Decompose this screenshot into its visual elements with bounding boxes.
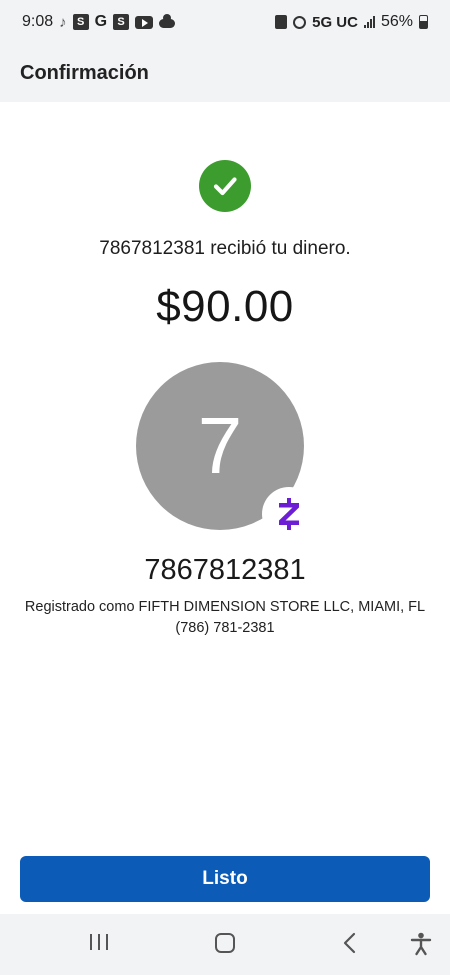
- done-button[interactable]: Listo: [20, 856, 430, 902]
- battery-saver-icon: [275, 15, 288, 29]
- home-icon[interactable]: [214, 932, 236, 954]
- recent-apps-icon[interactable]: [88, 932, 110, 952]
- accessibility-icon[interactable]: [410, 932, 432, 956]
- system-nav-bar: [0, 914, 450, 975]
- page-title: Confirmación: [20, 61, 149, 84]
- google-icon: G: [94, 13, 108, 30]
- zelle-icon: [262, 487, 316, 541]
- s-app-icon: S: [113, 14, 130, 30]
- registered-phone: (786) 781-2381: [175, 620, 275, 636]
- signal-icon: [363, 16, 375, 28]
- checkmark-glyph: [213, 177, 237, 196]
- registered-name: Registrado como FIFTH DIMENSION STORE LL…: [24, 599, 426, 615]
- confirmation-content: 7867812381 recibió tu dinero. $90.00 7 7…: [0, 102, 450, 914]
- app-header: Confirmación: [0, 44, 450, 102]
- status-bar: 9:08 ♪ S G S 5G UC 56%: [0, 0, 450, 44]
- status-right: 5G UC 56%: [275, 13, 428, 31]
- tiktok-icon: ♪: [59, 13, 67, 31]
- received-message: 7867812381 recibió tu dinero.: [99, 238, 351, 259]
- status-time: 9:08: [22, 13, 54, 30]
- registered-info: Registrado como FIFTH DIMENSION STORE LL…: [0, 597, 450, 639]
- avatar-initial: 7: [197, 401, 243, 490]
- recipient-number: 7867812381: [144, 554, 306, 586]
- network-type: 5G UC: [312, 13, 358, 31]
- check-circle-icon: [199, 160, 251, 212]
- cloud-icon: [159, 13, 176, 28]
- s-app-icon: S: [72, 14, 89, 30]
- back-icon[interactable]: [342, 932, 358, 954]
- battery-percent: 56%: [380, 13, 413, 30]
- alarm-icon: [293, 15, 307, 29]
- youtube-icon: [135, 15, 154, 29]
- battery-icon: [419, 15, 428, 29]
- amount-sent: $90.00: [156, 282, 294, 331]
- status-left: 9:08 ♪ S G S: [22, 13, 176, 31]
- zelle-glyph: [279, 498, 299, 530]
